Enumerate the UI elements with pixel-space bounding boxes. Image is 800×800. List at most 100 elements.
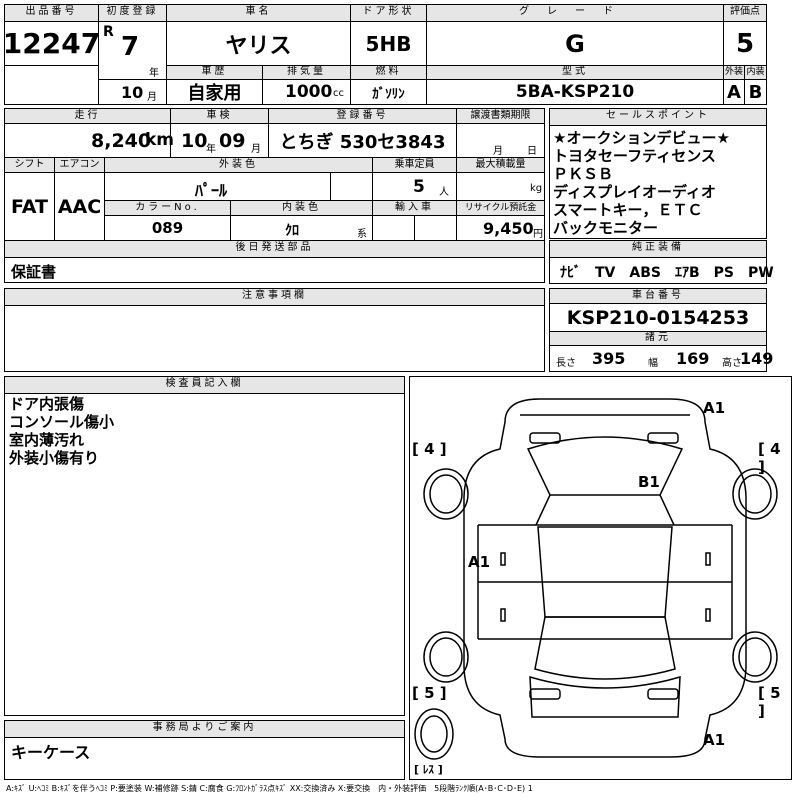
color-no: 089 (105, 216, 231, 241)
damage-mark: A1 (703, 399, 726, 417)
insp-year: 10 (181, 130, 208, 152)
ext-label: 外装 (724, 66, 745, 80)
lot-no-label: 出品番号 (5, 5, 99, 22)
tire-front-right: [ 4 ] (758, 440, 781, 476)
tire-rear-left: [ 5 ] (412, 684, 447, 702)
first-reg-label: 初度登録 (99, 5, 167, 22)
chassis-label: 車台番号 (550, 289, 766, 304)
inspector-line: コンソール傷小 (9, 413, 115, 431)
inspection-label: 車検 (171, 109, 269, 124)
seats-label: 乗車定員 (373, 158, 457, 173)
displacement-cell: 1000 cc (263, 80, 351, 104)
reg-year: 7 (121, 32, 140, 62)
import-label: 輸入車 (373, 201, 457, 216)
displacement-label: 排気量 (263, 66, 351, 80)
ext-color-label: 外装色 (105, 158, 373, 173)
tire-front-left: [ 4 ] (412, 440, 447, 458)
ac: AAC (55, 173, 105, 241)
lot-blank (5, 66, 99, 104)
grade-label: グレード (427, 5, 724, 22)
recycle-cell: 9,450 円 (457, 216, 544, 241)
dims-label: 諸元 (550, 332, 766, 346)
mileage-label: 走行 (5, 109, 171, 124)
seats: 5 (413, 177, 425, 197)
inspector-label: 検査員記入欄 (5, 377, 404, 394)
insp-month-unit: 月 (251, 144, 261, 155)
insp-month: 09 (219, 130, 246, 152)
grade: G (427, 22, 724, 66)
legend: A:ｷｽﾞ U:ﾍｺﾐ B:ｷｽﾞを伴うﾍｺﾐ P:要塗装 W:補修跡 S:錆 … (6, 784, 533, 793)
header-table: 出品番号 12247 初度登録 R 7 年 10 月 車名 ヤリス ドア形状 5… (3, 4, 767, 105)
int-grade: B (748, 81, 763, 103)
insp-year-unit: 年 (206, 144, 216, 155)
fuel-label: 燃料 (351, 66, 427, 80)
sales-line: ＰＫＳＢ (553, 165, 614, 183)
damage-mark: B1 (638, 473, 660, 491)
office-value: キーケース (11, 743, 91, 762)
chassis-number: KSP210-0154253 (550, 304, 766, 332)
later-parts-label: 後日発送部品 (5, 241, 544, 258)
load-cell: kg (457, 173, 544, 201)
spare-tire: [ ﾚｽ ] (414, 763, 443, 776)
sales-point-label: セールスポイント (550, 109, 766, 126)
sales-line: スマートキー，ＥＴＣ (553, 201, 703, 219)
int-color: ｸﾛ (285, 223, 299, 239)
car-name: ヤリス (167, 22, 351, 66)
first-reg-cell: R 7 年 (99, 22, 167, 80)
height-label: 高さ (722, 358, 742, 369)
history: 自家用 (167, 80, 263, 104)
ext-color-extra (331, 173, 373, 201)
import-cell (373, 216, 415, 241)
length: 395 (592, 349, 626, 368)
sales-line: ディスプレイオーディオ (553, 183, 716, 201)
ac-label: エアコン (55, 158, 105, 173)
damage-diagram: A1 B1 A1 A1 [ 4 ] [ 4 ] [ 5 ] [ 5 ] [ ﾚｽ… (409, 376, 792, 780)
import-cell-2 (415, 216, 457, 241)
sales-line: バックモニター (553, 219, 659, 237)
ext-color: ﾊﾟｰﾙ (195, 181, 228, 200)
vehicle-info-table: 走行 車検 登録番号 譲渡書類期限 8,240 km 10 年 09 月 とちぎ… (4, 108, 545, 283)
sales-point-lines: ★オークションデビュー★ トヨタセーフティセンス ＰＫＳＢ ディスプレイオーディ… (553, 129, 730, 237)
shift: FAT (5, 173, 55, 241)
recycle-label: リサイクル預託金 (457, 201, 544, 216)
equipment-label: 純正装備 (550, 241, 766, 258)
car-name-label: 車名 (167, 5, 351, 22)
load-label: 最大積載量 (457, 158, 544, 173)
recycle: 9,450 (483, 219, 534, 238)
int-label: 内装 (745, 66, 766, 80)
inspector-line: ドア内張傷 (9, 395, 85, 413)
transfer-cell: 月 日 (457, 124, 544, 158)
shift-label: シフト (5, 158, 55, 173)
car-outline (414, 398, 778, 760)
plate-label: 登録番号 (269, 109, 457, 124)
notes-label: 注意事項欄 (5, 289, 544, 306)
door-label: ドア形状 (351, 5, 427, 22)
seats-cell: 5 人 (373, 173, 457, 201)
model: 5BA-KSP210 (427, 80, 724, 104)
office-box: 事務局よりご案内 キーケース (4, 720, 405, 780)
sales-line: トヨタセーフティセンス (553, 147, 716, 165)
transfer-label: 譲渡書類期限 (457, 109, 544, 124)
later-parts: 保証書 (11, 263, 57, 281)
history-label: 車歴 (167, 66, 263, 80)
cc-unit: cc (333, 88, 344, 99)
transfer-day-unit: 日 (527, 146, 537, 157)
lot-no: 12247 (3, 22, 100, 66)
mileage-cell: 8,240 km (5, 124, 174, 158)
ext-grade: A (724, 80, 745, 104)
seats-unit: 人 (439, 187, 449, 198)
score-label: 評価点 (724, 5, 766, 22)
door: 5HB (351, 22, 427, 66)
damage-mark: A1 (703, 731, 726, 749)
equipment: ﾅﾋﾞ TV ABS ｴｱB PS PW (560, 265, 774, 281)
mileage: 8,240 (91, 130, 152, 152)
month-unit: 月 (147, 92, 157, 103)
inspector-box: 検査員記入欄 ドア内張傷 コンソール傷小 室内薄汚れ 外装小傷有り (4, 376, 405, 716)
damage-mark: A1 (468, 553, 491, 571)
tire-rear-right: [ 5 ] (758, 684, 781, 720)
ext-color-cell: ﾊﾟｰﾙ (105, 173, 331, 201)
dims-row: 長さ 395 幅 169 高さ 149 (550, 346, 773, 371)
first-reg-month-cell: 10 月 (99, 80, 167, 104)
sales-point-box: セールスポイント ★オークションデビュー★ トヨタセーフティセンス ＰＫＳＢ デ… (549, 108, 767, 239)
inspector-line: 外装小傷有り (9, 449, 100, 467)
